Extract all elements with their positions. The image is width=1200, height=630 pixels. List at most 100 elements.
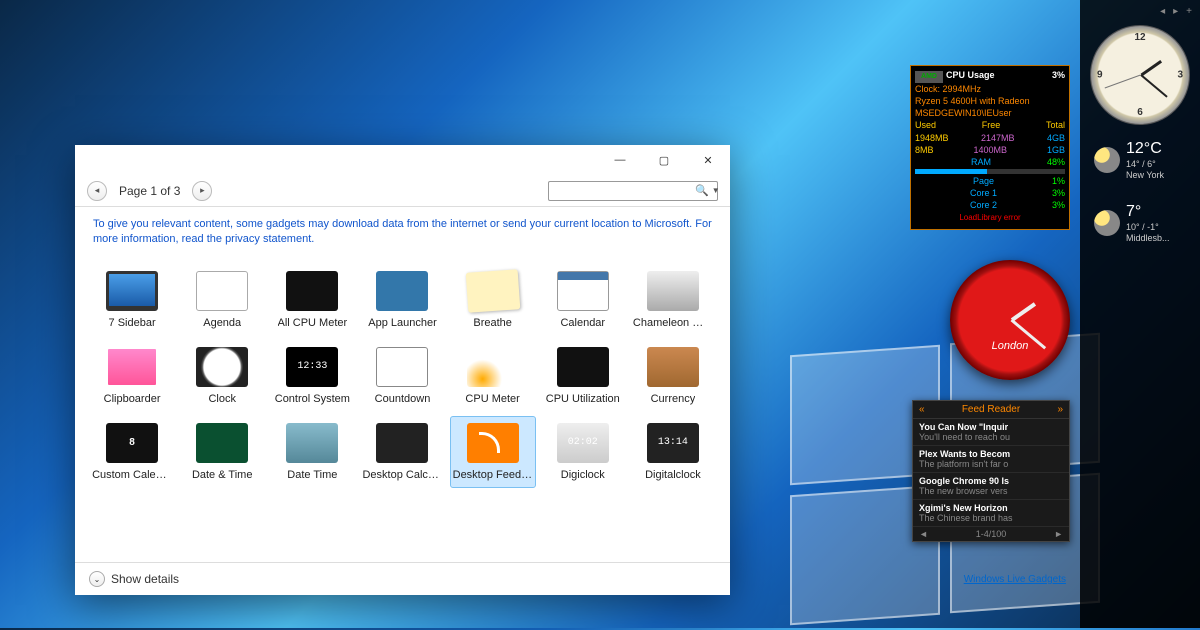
photo2-icon — [286, 423, 338, 463]
gadget-label: Agenda — [203, 317, 241, 329]
gadget-label: 7 Sidebar — [109, 317, 156, 329]
feed-item[interactable]: Plex Wants to BecomThe platform isn't fa… — [913, 446, 1069, 473]
gadget-countdown[interactable]: 7Countdown — [359, 340, 445, 412]
cpu-error: LoadLibrary error — [915, 211, 1065, 226]
weather-icon — [1094, 147, 1120, 173]
cpu-user: MSEDGEWIN10\IEUser — [915, 107, 1065, 119]
feed-reader-gadget[interactable]: « Feed Reader » You Can Now "InquirYou'll … — [912, 400, 1070, 542]
gadget-cpu-meter[interactable]: CPU Meter — [450, 340, 536, 412]
search-box[interactable]: 🔍 ▼ — [548, 181, 718, 201]
feed-item[interactable]: Google Chrome 90 IsThe new browser vers — [913, 473, 1069, 500]
gadget-label: Clipboarder — [104, 393, 161, 405]
gadget-label: Chameleon We... — [633, 317, 713, 329]
gadget-label: App Launcher — [368, 317, 437, 329]
rss-icon — [467, 423, 519, 463]
search-icon[interactable]: 🔍 — [695, 184, 709, 197]
minimize-button[interactable]: — — [598, 146, 642, 174]
gadget-control-system[interactable]: 12:33 Control System — [269, 340, 355, 412]
gadget-label: Desktop Calcula... — [362, 469, 442, 481]
gadget-label: Calendar — [560, 317, 605, 329]
sidebar-prev-icon[interactable]: ◂ — [1160, 6, 1165, 17]
clock-icon — [196, 347, 248, 387]
gadget-date-time[interactable]: Date Time — [269, 416, 355, 488]
page-indicator: Page 1 of 3 — [115, 184, 184, 198]
gadget-label: Currency — [651, 393, 696, 405]
metal-icon — [647, 271, 699, 311]
monitor-icon — [106, 271, 158, 311]
feed-item[interactable]: You Can Now "InquirYou'll need to reach … — [913, 419, 1069, 446]
gadget-gallery-window: — ▢ ✕ ◂ Page 1 of 3 ▸ 🔍 ▼ To give you re… — [75, 145, 730, 595]
privacy-notice[interactable]: To give you relevant content, some gadge… — [75, 207, 730, 254]
clock-label: London — [950, 340, 1070, 352]
feed-counter: 1-4/100 — [976, 529, 1007, 539]
gadget-label: Custom Calendar — [92, 469, 172, 481]
weather-gadget-1[interactable]: 12°C14° / 6°New York — [1088, 133, 1192, 188]
gadget-calendar[interactable]: Calendar — [540, 264, 626, 336]
feed-nav-next-icon[interactable]: ► — [1054, 529, 1063, 539]
page-prev-button[interactable]: ◂ — [87, 181, 107, 201]
feed-nav-prev-icon[interactable]: ◄ — [919, 529, 928, 539]
gadget-clipboarder[interactable]: Clipboarder — [89, 340, 175, 412]
calc-icon — [376, 423, 428, 463]
grid4-icon — [376, 271, 428, 311]
gadget-breathe[interactable]: Breathe — [450, 264, 536, 336]
gadget-label: All CPU Meter — [278, 317, 348, 329]
feed-next-icon[interactable]: » — [1057, 404, 1063, 415]
calendar-icon — [557, 271, 609, 311]
live-gadgets-link[interactable]: Windows Live Gadgets — [964, 574, 1066, 585]
sidebar-next-icon[interactable]: ▸ — [1173, 6, 1178, 17]
feed-prev-icon[interactable]: « — [919, 404, 925, 415]
gadget-custom-calendar[interactable]: 8 Custom Calendar — [89, 416, 175, 488]
gadget-label: CPU Utilization — [546, 393, 620, 405]
digi2-icon: 13:14 — [647, 423, 699, 463]
cpu-model: Ryzen 5 4600H with Radeon — [915, 95, 1065, 107]
feed-title: Feed Reader — [962, 404, 1020, 415]
gadget-label: Clock — [208, 393, 236, 405]
gadget-date-time[interactable]: Date & Time — [179, 416, 265, 488]
map-icon — [647, 347, 699, 387]
lcd-icon: 12:33 — [286, 347, 338, 387]
gadget-desktop-feed-r-[interactable]: Desktop Feed R... — [450, 416, 536, 488]
meter-icon — [467, 347, 519, 387]
gadget-label: Digiclock — [561, 469, 605, 481]
gadget-all-cpu-meter[interactable]: All CPU Meter — [269, 264, 355, 336]
gadget-label: Control System — [275, 393, 350, 405]
cpu-clock: Clock: 2994MHz — [915, 83, 1065, 95]
weather-gadget-2[interactable]: 7°10° / -1°Middlesb... — [1088, 196, 1192, 251]
gadget-app-launcher[interactable]: App Launcher — [359, 264, 445, 336]
search-dropdown-icon[interactable]: ▼ — [709, 186, 720, 195]
page-next-button[interactable]: ▸ — [192, 181, 212, 201]
close-button[interactable]: ✕ — [686, 146, 730, 174]
cpu-meter-gadget[interactable]: AMDCPU Usage3% Clock: 2994MHz Ryzen 5 46… — [910, 65, 1070, 230]
toolbar: ◂ Page 1 of 3 ▸ 🔍 ▼ — [75, 175, 730, 207]
gadget-7-sidebar[interactable]: 7 Sidebar — [89, 264, 175, 336]
sidebar-add-icon[interactable]: + — [1186, 6, 1192, 17]
gadget-clock[interactable]: Clock — [179, 340, 265, 412]
digi-icon: 02:02 — [557, 423, 609, 463]
gadget-label: Breathe — [473, 317, 512, 329]
feed-item[interactable]: Xgimi's New HorizonThe Chinese brand has — [913, 500, 1069, 527]
cal-icon — [196, 271, 248, 311]
paper-icon — [465, 269, 520, 313]
gadget-cpu-utilization[interactable]: CPU Utilization — [540, 340, 626, 412]
gadget-chameleon-we-[interactable]: Chameleon We... — [630, 264, 716, 336]
gadget-currency[interactable]: Currency — [630, 340, 716, 412]
black8-icon: 8 — [106, 423, 158, 463]
gadget-digiclock[interactable]: 02:02 Digiclock — [540, 416, 626, 488]
gadget-grid: 7 Sidebar Agenda All CPU Meter App Launcher… — [75, 254, 730, 562]
show-details-toggle[interactable]: ⌄ Show details — [75, 562, 730, 595]
titlebar: — ▢ ✕ — [75, 145, 730, 175]
gadget-label: Date Time — [287, 469, 337, 481]
gadget-label: Desktop Feed R... — [453, 469, 533, 481]
greenbar-icon — [557, 347, 609, 387]
amd-badge: AMD — [915, 71, 943, 83]
maximize-button[interactable]: ▢ — [642, 146, 686, 174]
analog-clock-gadget[interactable]: 12 3 6 9 — [1090, 25, 1190, 125]
search-input[interactable] — [553, 185, 695, 197]
gadget-desktop-calcula-[interactable]: Desktop Calcula... — [359, 416, 445, 488]
cpu-icon — [286, 271, 338, 311]
gadget-agenda[interactable]: Agenda — [179, 264, 265, 336]
chevron-down-icon: ⌄ — [89, 571, 105, 587]
london-clock-gadget[interactable]: London — [950, 260, 1070, 380]
gadget-digitalclock[interactable]: 13:14Digitalclock — [630, 416, 716, 488]
